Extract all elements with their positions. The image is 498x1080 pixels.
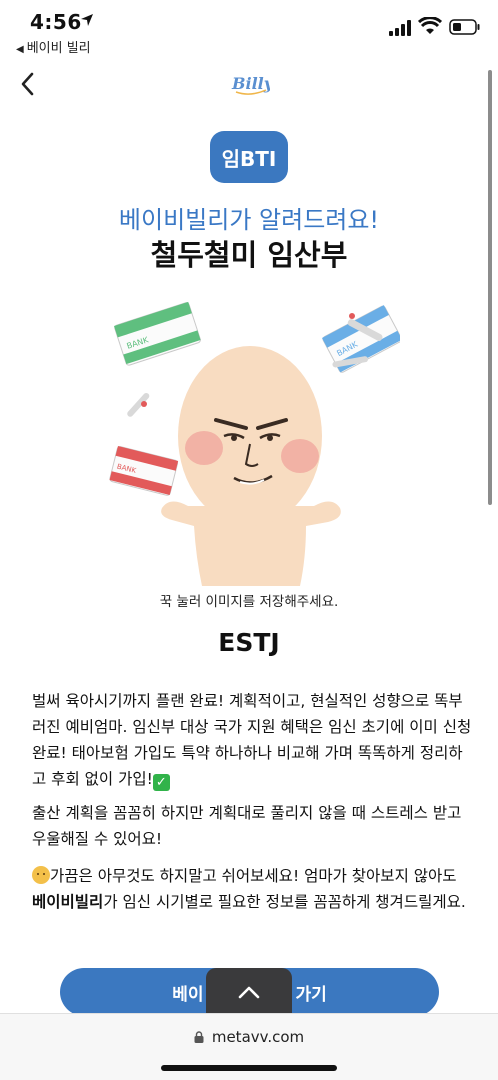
description-p3-post: 가 임신 시기별로 필요한 정보를 꼼꼼하게 챙겨드릴게요. bbox=[103, 893, 466, 911]
result-title: 철두철미 임산부 bbox=[150, 238, 348, 272]
checkmark-icon: ✓ bbox=[152, 774, 170, 791]
description-paragraph-1: 벌써 육아시기까지 플랜 완료! 계획적이고, 현실적인 성향으로 똑부러진 예… bbox=[32, 688, 472, 792]
brand-name: 베이비빌리 bbox=[32, 893, 104, 911]
back-triangle-icon: ◀ bbox=[16, 44, 24, 55]
baby-face-icon bbox=[32, 866, 50, 884]
back-to-app-link[interactable]: ◀ 베이비 빌리 bbox=[16, 37, 91, 56]
status-time: 4:56 bbox=[30, 10, 82, 34]
chevron-up-icon bbox=[238, 986, 260, 999]
status-bar: 4:56 ◀ 베이비 빌리 bbox=[0, 0, 498, 58]
description-p3-pre: 가끔은 아무것도 하지말고 쉬어보세요! 엄마가 찾아보지 않아도 bbox=[50, 867, 457, 885]
subtitle: 베이비빌리가 알려드려요! bbox=[118, 206, 380, 234]
location-arrow-icon bbox=[81, 14, 93, 26]
cellular-signal-icon bbox=[389, 20, 411, 36]
cta-label-right: 가기 bbox=[295, 984, 327, 1005]
url-text: metavv.com bbox=[211, 1028, 305, 1046]
toolbar-expand-button[interactable] bbox=[206, 968, 292, 1016]
billy-logo: Billy bbox=[231, 74, 270, 95]
wifi-icon bbox=[418, 17, 442, 34]
red-bankbook-icon: BANK bbox=[109, 446, 179, 496]
cta-label-left: 베이 bbox=[172, 984, 204, 1005]
url-display[interactable]: metavv.com bbox=[0, 1028, 498, 1046]
lock-icon bbox=[194, 1031, 204, 1043]
home-indicator bbox=[161, 1065, 337, 1071]
battery-icon bbox=[449, 19, 480, 35]
browser-url-bar[interactable]: metavv.com bbox=[0, 1013, 498, 1080]
mbti-type: ESTJ bbox=[218, 628, 280, 657]
back-chevron-icon[interactable] bbox=[16, 70, 40, 98]
save-image-caption: 꾹 눌러 이미지를 저장해주세요. bbox=[159, 594, 339, 610]
description-paragraph-3: 가끔은 아무것도 하지말고 쉬어보세요! 엄마가 찾아보지 않아도 베이비빌리가… bbox=[32, 863, 472, 915]
description-paragraph-2: 출산 계획을 꼼꼼히 하지만 계획대로 풀리지 않을 때 스트레스 받고 우울해… bbox=[32, 804, 462, 848]
character-illustration[interactable]: BANK BANK BANK bbox=[100, 296, 400, 586]
description-p1-text: 벌써 육아시기까지 플랜 완료! 계획적이고, 현실적인 성향으로 똑부러진 예… bbox=[32, 692, 472, 788]
scroll-indicator bbox=[488, 70, 492, 505]
back-app-label: 베이비 빌리 bbox=[26, 41, 91, 56]
imbti-badge: 임BTI bbox=[210, 131, 288, 183]
green-bankbook-icon: BANK bbox=[114, 301, 201, 366]
